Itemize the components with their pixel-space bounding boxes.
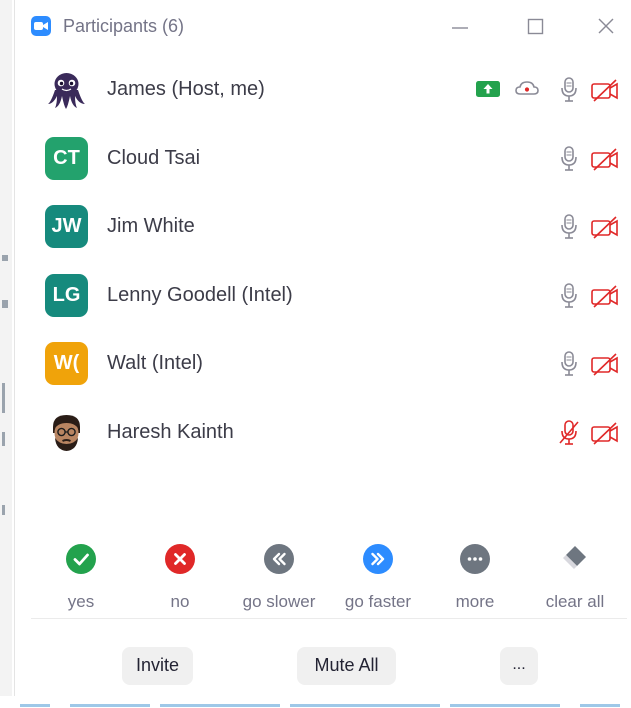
background-fragment xyxy=(2,300,8,308)
participant-row[interactable]: W( Walt (Intel) xyxy=(15,330,631,399)
video-off-icon[interactable] xyxy=(590,213,620,241)
participant-row[interactable]: LG Lenny Goodell (Intel) xyxy=(15,262,631,331)
avatar: LG xyxy=(45,273,88,317)
participant-row[interactable]: James (Host, me) xyxy=(15,56,631,125)
microphone-icon[interactable] xyxy=(557,350,581,378)
video-off-icon[interactable] xyxy=(590,350,620,378)
microphone-icon[interactable] xyxy=(557,282,581,310)
maximize-button[interactable] xyxy=(518,12,554,40)
microphone-muted-icon[interactable] xyxy=(557,419,581,447)
rewind-icon xyxy=(264,544,294,574)
background-fragment xyxy=(2,505,5,515)
participant-name: Walt (Intel) xyxy=(107,352,203,374)
microphone-icon[interactable] xyxy=(557,76,581,104)
window-title: Participants (6) xyxy=(63,16,185,36)
person-photo-avatar xyxy=(53,414,80,451)
mute-all-button[interactable]: Mute All xyxy=(297,647,396,685)
fast-forward-icon xyxy=(363,544,393,574)
more-feedback-button[interactable]: more xyxy=(430,536,520,612)
avatar: W( xyxy=(45,342,88,385)
no-label: no xyxy=(170,592,190,611)
microphone-icon[interactable] xyxy=(557,145,581,173)
octopus-avatar-icon xyxy=(48,73,85,109)
clear-all-button[interactable]: clear all xyxy=(530,536,620,612)
eraser-icon xyxy=(560,544,590,574)
background-fragment xyxy=(2,383,5,413)
x-icon xyxy=(165,544,195,574)
background-fragment xyxy=(2,255,8,261)
go-slower-label: go slower xyxy=(242,592,316,611)
avatar xyxy=(45,410,88,454)
background-fragment xyxy=(2,432,5,446)
video-off-icon[interactable] xyxy=(590,419,620,447)
screen-share-icon xyxy=(476,81,500,97)
avatar: JW xyxy=(45,205,88,248)
go-faster-label: go faster xyxy=(344,592,412,611)
more-options-button[interactable]: ... xyxy=(500,647,538,685)
video-off-icon[interactable] xyxy=(590,282,620,310)
participant-name: Haresh Kainth xyxy=(107,420,234,443)
go-slower-button[interactable]: go slower xyxy=(234,536,324,612)
yes-button[interactable]: yes xyxy=(36,536,126,612)
go-faster-button[interactable]: go faster xyxy=(333,536,423,612)
no-button[interactable]: no xyxy=(135,536,225,612)
close-button[interactable] xyxy=(588,12,624,40)
minimize-icon xyxy=(452,27,468,29)
video-off-icon[interactable] xyxy=(590,76,620,104)
invite-button[interactable]: Invite xyxy=(122,647,193,685)
participant-list: James (Host, me) CT Cloud Tsai JW Jim Wh… xyxy=(15,56,631,467)
yes-label: yes xyxy=(67,592,95,611)
participants-window: Participants (6) James (Host, me) CT Clo… xyxy=(14,0,631,696)
video-off-icon[interactable] xyxy=(590,145,620,173)
participant-row[interactable]: JW Jim White xyxy=(15,193,631,262)
avatar: CT xyxy=(45,136,88,180)
avatar xyxy=(45,68,88,111)
participant-row[interactable]: Haresh Kainth xyxy=(15,399,631,468)
checkmark-icon xyxy=(66,544,96,574)
clear-all-label: clear all xyxy=(545,592,605,611)
participant-name: James (Host, me) xyxy=(107,78,265,100)
minimize-button[interactable] xyxy=(442,12,478,40)
maximize-icon xyxy=(527,18,544,35)
zoom-app-icon xyxy=(31,16,51,36)
participant-name: Jim White xyxy=(107,215,195,237)
title-bar: Participants (6) xyxy=(15,0,631,54)
divider xyxy=(31,618,627,619)
ellipsis-icon xyxy=(460,544,490,574)
participant-name: Lenny Goodell (Intel) xyxy=(107,283,293,306)
background-text-strip xyxy=(0,696,631,708)
more-label: more xyxy=(455,592,495,611)
cloud-record-icon xyxy=(515,81,539,95)
microphone-icon[interactable] xyxy=(557,213,581,241)
participant-row[interactable]: CT Cloud Tsai xyxy=(15,125,631,194)
background-strip xyxy=(0,0,12,708)
close-icon xyxy=(598,18,614,34)
participant-name: Cloud Tsai xyxy=(107,146,201,169)
feedback-bar: yes no go slower go faster more clear al… xyxy=(15,536,631,616)
